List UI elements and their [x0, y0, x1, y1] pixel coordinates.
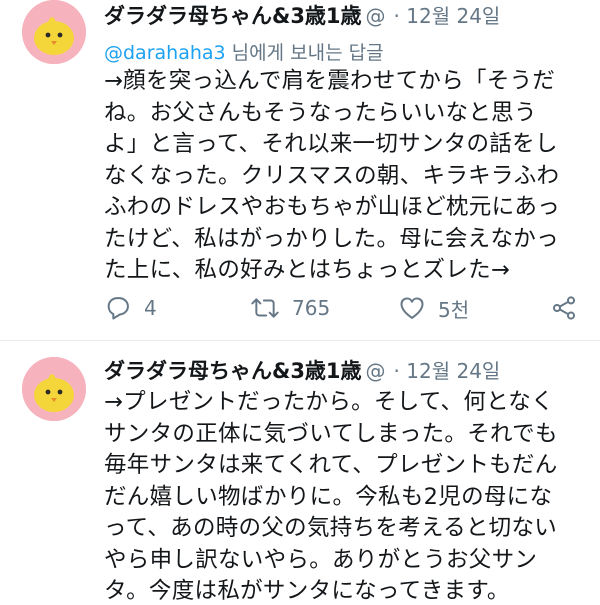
tweet-text-line: 毎年サンタは来てくれて、プレゼントもだん — [104, 452, 558, 478]
tweet-text-line: なくなった。クリスマスの朝、キラキラふわ — [104, 162, 560, 189]
tweet-text-line: た上に、私の好みとはちょっとズレた→ — [104, 257, 511, 283]
author-name[interactable]: ダラダラ母ちゃん&3歳1歳 — [104, 359, 362, 383]
tweet-text: →顔を突っ込んで肩を震わせてから「そうだ ね。お父さんもそうなったらいいなと思う… — [104, 66, 592, 287]
tweet-text-line: タ。今度は私がサンタになってきます。 — [104, 578, 510, 604]
reply-to-handle-link[interactable]: @darahaha3 — [104, 42, 226, 64]
tweet-header: ダラダラ母ちゃん&3歳1歳 @ · 12월 24일 — [104, 355, 590, 385]
author-handle[interactable]: @ — [366, 359, 386, 383]
author-name[interactable]: ダラダラ母ちゃん&3歳1歳 — [104, 4, 362, 28]
retweet-button[interactable]: 765 — [250, 292, 330, 324]
tweet-text-line: だん嬉しい物ばかりに。今私も2児の母にな — [104, 483, 553, 510]
retweet-count: 765 — [292, 296, 331, 320]
avatar[interactable] — [22, 357, 86, 421]
like-button[interactable]: 5천 — [398, 292, 469, 324]
tweet-text-line: →顔を突っ込んで肩を震わせてから「そうだ — [104, 68, 556, 94]
tweet-text-line: →プレゼントだったから。そして、何となく — [104, 389, 554, 415]
share-icon — [552, 296, 576, 320]
tweet-text-line: よ」と言って、それ以来一切サンタの話をし — [104, 131, 558, 157]
like-count: 5천 — [438, 297, 470, 322]
tweet-text-line: サンタの正体に気づいてしまった。それでも — [104, 420, 558, 447]
timestamp[interactable]: · 12월 24일 — [394, 359, 501, 383]
reply-icon — [107, 297, 129, 320]
timestamp[interactable]: · 12월 24일 — [394, 4, 501, 28]
share-button[interactable] — [550, 292, 578, 324]
reply-button[interactable]: 4 — [104, 292, 157, 324]
chick-avatar-icon — [22, 357, 86, 421]
tweet-actions: 4 765 5천 — [104, 292, 584, 324]
tweet-text-line: たけど、私はがっかりした。母に会えなかっ — [104, 225, 559, 252]
tweet-text-line: って、あの時の父の気持ちを考えると切ない — [104, 515, 558, 541]
author-handle[interactable]: @ — [366, 4, 386, 28]
reply-count: 4 — [144, 296, 157, 320]
tweet-text: →プレゼントだったから。そして、何となく サンタの正体に気づいてしまった。それで… — [104, 387, 592, 605]
tweet[interactable]: ダラダラ母ちゃん&3歳1歳 @ · 12월 24일 →プレゼントだったから。そして、… — [0, 341, 600, 605]
tweet-text-line: ふわのドレスやおもちゃが山ほど枕元にあっ — [104, 194, 561, 220]
tweet-text-line: やら申し訳ないやら。ありがとうお父サン — [104, 546, 538, 573]
reply-context: @darahaha3 님에게 보내는 답글 — [104, 38, 384, 65]
retweet-icon — [251, 298, 279, 318]
reply-context-label: 님에게 보내는 답글 — [225, 42, 384, 64]
tweet-header: ダラダラ母ちゃん&3歳1歳 @ · 12월 24일 — [104, 0, 590, 30]
avatar[interactable] — [22, 0, 86, 64]
tweet[interactable]: ダラダラ母ちゃん&3歳1歳 @ · 12월 24일 @darahaha3 님에게 보… — [0, 0, 600, 340]
heart-icon — [400, 297, 424, 319]
tweet-text-line: ね。お父さんもそうなったらいいなと思う — [104, 99, 537, 126]
chick-avatar-icon — [22, 0, 86, 64]
